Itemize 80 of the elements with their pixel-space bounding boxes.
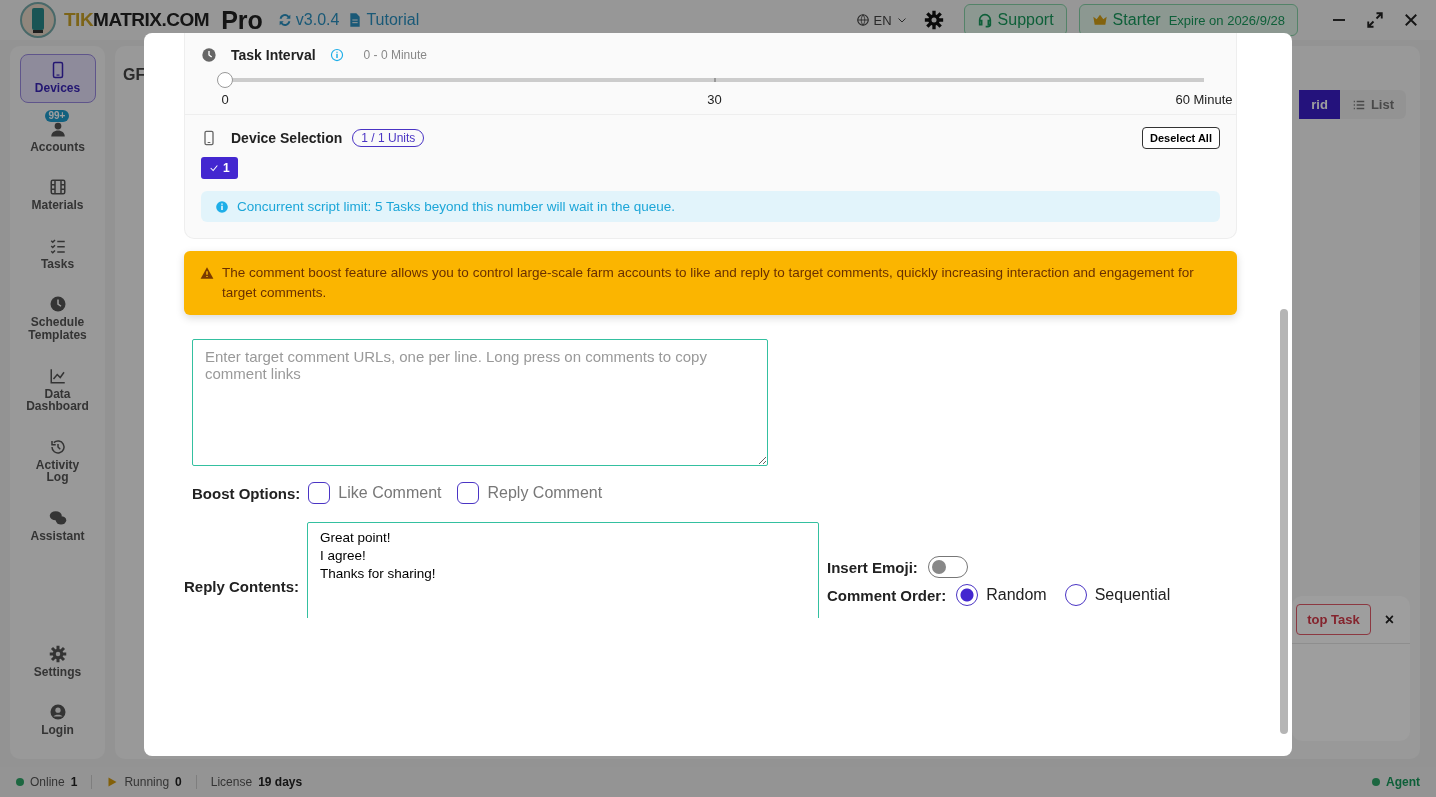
sidebar-item[interactable]: Assistant xyxy=(19,501,96,551)
slider-mark: 30 xyxy=(707,92,722,107)
count-badge: 99+ xyxy=(44,109,70,123)
checkbox-option[interactable]: Reply Comment xyxy=(457,482,603,504)
online-dot-icon xyxy=(16,778,24,786)
online-label: Online xyxy=(30,775,65,789)
online-count: 1 xyxy=(70,775,78,789)
reply-contents-field[interactable]: Great point! I agree! Thanks for sharing! xyxy=(307,522,819,618)
globe-icon xyxy=(855,13,870,27)
slider-mark: 60 Minute xyxy=(1175,92,1233,107)
running-count: 0 xyxy=(175,775,182,789)
device-chip[interactable]: 1 xyxy=(201,157,238,179)
toggle-switch[interactable] xyxy=(927,556,968,578)
sidebar-item[interactable]: Tasks xyxy=(19,229,96,279)
section-title: Task Interval xyxy=(231,47,316,63)
sidebar-item[interactable]: Settings xyxy=(19,637,96,687)
sidebar-item[interactable]: Devices xyxy=(19,54,96,103)
range-value: 0 - 0 Minute xyxy=(363,48,427,62)
clock-icon xyxy=(48,295,67,314)
sidebar-item[interactable]: Activity Log xyxy=(19,430,96,492)
headset-icon xyxy=(976,12,993,28)
license-label: License xyxy=(210,775,253,789)
agent-status[interactable]: Agent xyxy=(1386,775,1420,789)
line-chart-icon xyxy=(48,366,67,385)
tutorial-link[interactable]: Tutorial xyxy=(347,11,420,29)
running-label: Running xyxy=(124,775,170,789)
stop-task-button[interactable]: top Task xyxy=(1296,604,1371,635)
section-title: Device Selection xyxy=(231,130,343,146)
settings-icon xyxy=(48,644,67,663)
slider-thumb[interactable] xyxy=(217,72,233,88)
warning-icon xyxy=(200,266,214,280)
plan-button[interactable]: Starter Expire on 2026/9/28 xyxy=(1078,4,1298,36)
crown-icon xyxy=(1091,12,1108,28)
info-icon xyxy=(215,199,229,214)
maximize-icon[interactable] xyxy=(1366,11,1384,29)
brand-name: TIKMATRIX.COM xyxy=(64,9,210,31)
page-heading: GF xyxy=(123,66,146,84)
sidebar-item[interactable]: 99+ Accounts xyxy=(19,112,96,162)
radio-button[interactable] xyxy=(956,584,979,606)
sidebar-item[interactable]: Schedule Templates xyxy=(19,288,96,350)
language-selector[interactable]: EN xyxy=(855,12,908,28)
slider-mark: 0 xyxy=(221,92,229,107)
sidebar-item[interactable]: Data Dashboard xyxy=(19,359,96,421)
view-tab[interactable]: List xyxy=(1339,90,1406,119)
support-button[interactable]: Support xyxy=(963,4,1067,36)
edition-label: Pro xyxy=(221,5,263,35)
insert-emoji-label: Insert Emoji: xyxy=(827,558,918,576)
deselect-all-button[interactable]: Deselect All xyxy=(1142,127,1220,149)
agent-dot-icon xyxy=(1372,778,1380,786)
sidebar-item[interactable]: Materials xyxy=(19,171,96,220)
checkbox-option[interactable]: Like Comment xyxy=(308,482,442,504)
film-icon xyxy=(48,178,67,197)
checkbox[interactable] xyxy=(457,482,480,504)
user-circle-icon xyxy=(48,703,67,722)
license-days: 19 days xyxy=(258,775,303,789)
chat-bubbles-icon xyxy=(48,508,67,527)
logo-icon xyxy=(20,2,56,38)
scrollbar-thumb[interactable] xyxy=(1280,309,1288,734)
radio-button[interactable] xyxy=(1064,584,1087,606)
boost-options-label: Boost Options: xyxy=(192,484,301,502)
checklist-icon xyxy=(48,236,67,255)
settings-icon[interactable] xyxy=(923,10,944,30)
clock-icon xyxy=(201,47,217,63)
history-icon xyxy=(48,437,67,456)
comment-order-label: Comment Order: xyxy=(827,586,947,604)
radio-option[interactable]: Sequential xyxy=(1064,584,1171,606)
close-icon[interactable] xyxy=(1402,11,1420,29)
close-button[interactable]: × xyxy=(1384,610,1394,629)
play-icon xyxy=(106,776,119,788)
radio-option[interactable]: Random xyxy=(956,584,1047,606)
info-text: Concurrent script limit: 5 Tasks beyond this number will wait in the queue. xyxy=(237,199,675,214)
warning-text: The comment boost feature allows you to control large-scale farm accounts to like and reply to target comments, quickly increasing interaction and engagement for target comments. xyxy=(222,264,1195,302)
comment-urls-field[interactable]: Enter target comment URLs, one per line. Long press on comments to copy comment links xyxy=(192,339,768,466)
phone-icon xyxy=(201,130,217,146)
view-tab[interactable]: rid xyxy=(1299,90,1340,119)
check-icon xyxy=(209,163,219,173)
checkbox[interactable] xyxy=(308,482,331,504)
reply-contents-label: Reply Contents: xyxy=(184,578,299,595)
version-link[interactable]: v3.0.4 xyxy=(276,11,340,29)
sidebar-item[interactable]: Login xyxy=(19,696,96,745)
